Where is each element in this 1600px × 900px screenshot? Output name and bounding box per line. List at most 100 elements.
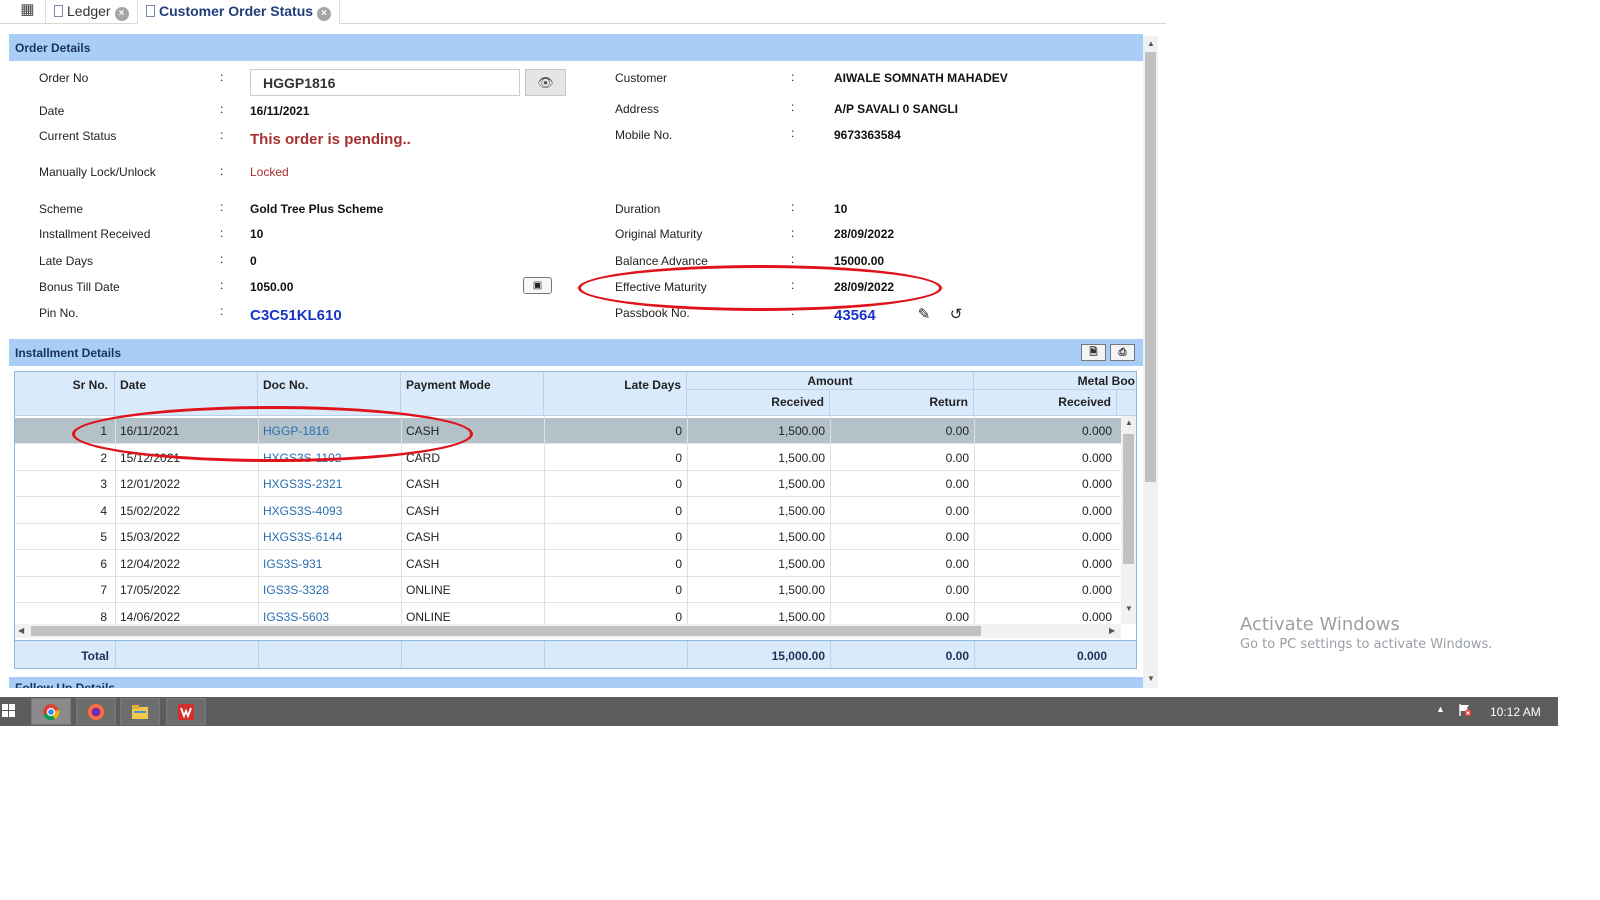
colon: : [791, 226, 795, 240]
column-divider [258, 641, 259, 668]
cell-received: 1,500.00 [778, 424, 825, 438]
total-metal: 0.000 [1076, 649, 1107, 663]
original-maturity-value: 28/09/2022 [834, 227, 895, 241]
table-horizontal-scrollbar[interactable]: ◀ ▶ [15, 624, 1121, 638]
colon: : [791, 126, 795, 140]
column-header-payment-mode[interactable]: Payment Mode [401, 372, 544, 416]
scroll-left-icon[interactable]: ◀ [18, 626, 24, 635]
windows-start-icon[interactable] [2, 704, 16, 718]
cell-received: 1,500.00 [778, 530, 825, 544]
column-header-return[interactable]: Return [830, 390, 974, 416]
cell-ret: 0.00 [945, 556, 969, 571]
annotation-ellipse-effective-maturity [578, 265, 942, 311]
mobile-value: 9673363584 [834, 128, 901, 142]
export-excel-button[interactable]: 🗎 [1081, 344, 1106, 361]
table-vertical-scroll-thumb[interactable] [1123, 434, 1134, 564]
scroll-down-icon[interactable]: ▼ [1147, 674, 1155, 683]
cell-ret: 0.00 [945, 450, 969, 465]
taskbar-clock[interactable]: 10:12 AM [1490, 705, 1541, 719]
cell-date: 15/03/2022 [120, 530, 181, 544]
page-vertical-scrollbar[interactable]: ▲ ▼ [1143, 36, 1158, 688]
table-row[interactable]: 7 17/05/2022 IGS3S-3328 ONLINE 0 1,500.00 0.00… [15, 577, 1121, 603]
view-order-button[interactable]: 👁 [525, 69, 566, 96]
lock-value[interactable]: Locked [250, 165, 289, 179]
colon: : [220, 102, 224, 116]
column-header-metal: Metal Boo [974, 372, 1136, 390]
table-row[interactable]: 6 12/04/2022 IGS3S-931 CASH 0 1,500.00 0.00 0.0… [15, 551, 1121, 577]
column-header-filler [1117, 390, 1136, 416]
colon: : [220, 226, 224, 240]
taskbar-chrome[interactable] [31, 698, 71, 725]
cell-date: 17/05/2022 [120, 583, 181, 597]
taskbar-firefox[interactable] [76, 698, 116, 725]
page-vertical-scroll-thumb[interactable] [1145, 52, 1156, 482]
column-divider [544, 416, 545, 626]
cell-date: 15/02/2022 [120, 503, 181, 518]
taskbar-file-explorer[interactable] [120, 698, 160, 725]
scheme-label: Scheme [39, 202, 84, 216]
camera-icon: ▣ [532, 280, 543, 291]
scroll-down-icon[interactable]: ▼ [1125, 604, 1133, 613]
duration-label: Duration [615, 202, 661, 216]
colon: : [791, 200, 795, 214]
cell-doc[interactable]: HXGS3S-4093 [258, 498, 401, 524]
cell-doc[interactable]: IGS3S-3328 [258, 577, 401, 603]
follow-up-details-header: Follow Up Details [9, 677, 1143, 688]
print-button[interactable]: ⎙ [1110, 344, 1135, 361]
column-header-received[interactable]: Received [687, 390, 830, 416]
firefox-icon [88, 704, 104, 720]
eye-icon: 👁 [537, 75, 554, 90]
cell-doc[interactable]: HXGS3S-2321 [258, 471, 401, 497]
tab-label: Ledger [67, 3, 111, 19]
camera-button[interactable]: ▣ [523, 277, 552, 294]
tab-label: Customer Order Status [159, 3, 314, 19]
column-header-sr[interactable]: Sr No. [15, 372, 115, 416]
lock-label: Manually Lock/Unlock [39, 165, 156, 179]
close-tab-icon[interactable]: × [114, 7, 129, 21]
show-hidden-icons-icon[interactable]: ▲ [1436, 704, 1445, 714]
tab-ledger[interactable]: Ledger × [46, 0, 138, 24]
taskbar-app[interactable] [166, 698, 206, 725]
scroll-up-icon[interactable]: ▲ [1125, 418, 1133, 427]
table-horizontal-scroll-thumb[interactable] [31, 626, 981, 636]
taskbar: ▲ 10:12 AM [0, 697, 1558, 726]
cell-doc[interactable]: IGS3S-931 [258, 551, 401, 577]
cell-received: 1,500.00 [778, 450, 825, 465]
column-divider [401, 641, 402, 668]
scroll-up-icon[interactable]: ▲ [1147, 39, 1155, 48]
column-divider [115, 641, 116, 668]
cell-received: 1,500.00 [778, 477, 825, 491]
scroll-right-icon[interactable]: ▶ [1109, 626, 1115, 635]
column-header-late-days[interactable]: Late Days [544, 372, 687, 416]
column-header-metal-received[interactable]: Received [974, 390, 1117, 416]
cell-late: 0 [675, 530, 682, 544]
history-icon[interactable]: ↺ [947, 306, 965, 324]
column-header-amount: Amount [687, 372, 974, 390]
customer-value: AIWALE SOMNATH MAHADEV [834, 71, 1008, 85]
column-divider [544, 641, 545, 668]
cell-late: 0 [675, 424, 682, 438]
colon: : [220, 128, 224, 142]
action-center-flag-icon[interactable] [1458, 703, 1472, 717]
table-row[interactable]: 3 12/01/2022 HXGS3S-2321 CASH 0 1,500.00 0.00 0… [15, 471, 1121, 497]
tab-customer-order-status[interactable]: Customer Order Status × [138, 0, 341, 24]
table-row[interactable]: 4 15/02/2022 HXGS3S-4093 CASH 0 1,500.00 0.00 0… [15, 498, 1121, 524]
table-vertical-scrollbar[interactable]: ▲ ▼ [1121, 416, 1136, 624]
table-row[interactable]: 5 15/03/2022 HXGS3S-6144 CASH 0 1,500.00 0.00 0… [15, 524, 1121, 550]
current-status-value: This order is pending.. [250, 131, 411, 148]
cell-metal: 0.000 [1081, 556, 1112, 571]
total-row: Total 15,000.00 0.00 0.000 [15, 640, 1136, 668]
order-no-input[interactable] [250, 69, 520, 96]
colon: : [220, 278, 224, 292]
cell-doc[interactable]: HXGS3S-6144 [258, 524, 401, 550]
cell-metal: 0.000 [1081, 583, 1112, 597]
bonus-label: Bonus Till Date [39, 280, 120, 294]
cell-sr: 7 [100, 583, 107, 597]
cell-late: 0 [675, 583, 682, 597]
edit-icon[interactable]: ✎ [915, 306, 933, 324]
order-details-header: Order Details [9, 34, 1143, 61]
colon: : [220, 200, 224, 214]
close-tab-icon[interactable]: × [317, 7, 332, 21]
apps-grid-icon[interactable]: ▦ [10, 0, 46, 24]
colon: : [220, 70, 224, 84]
